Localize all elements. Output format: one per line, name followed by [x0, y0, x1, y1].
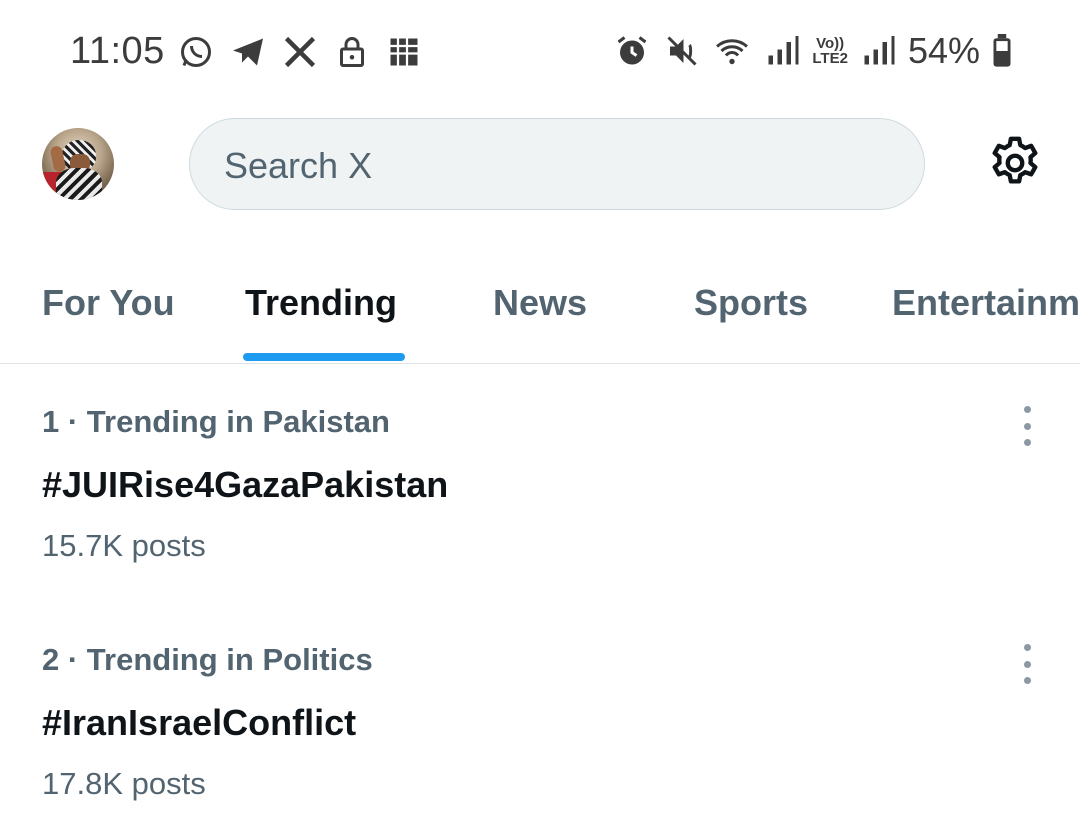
profile-avatar[interactable]	[42, 128, 114, 200]
tab-entertainment[interactable]: Entertainm	[892, 282, 1080, 324]
signal-icon	[762, 31, 802, 71]
tab-news[interactable]: News	[493, 282, 587, 324]
battery-icon	[990, 31, 1014, 71]
trend-context: 1 · Trending in Pakistan	[42, 404, 390, 439]
telegram-icon	[228, 32, 268, 72]
avatar-scarf	[56, 168, 102, 200]
tab-trending[interactable]: Trending	[245, 282, 397, 324]
lte-label: LTE2	[812, 50, 848, 67]
alarm-icon	[612, 31, 652, 71]
more-options-icon[interactable]	[1012, 644, 1042, 684]
tab-for-you[interactable]: For You	[42, 282, 175, 324]
active-tab-indicator	[243, 353, 405, 361]
search-bar[interactable]	[189, 118, 925, 210]
more-options-icon[interactable]	[1012, 406, 1042, 446]
mute-icon	[662, 31, 702, 71]
status-time: 11:05	[70, 30, 165, 72]
volte-label: Vo))	[816, 35, 845, 52]
trend-post-count: 15.7K posts	[42, 528, 206, 563]
signal-icon-2	[858, 31, 898, 71]
system-icons: Vo)) LTE2 54%	[612, 30, 1014, 72]
tab-sports[interactable]: Sports	[694, 282, 808, 324]
trend-context: 2 · Trending in Politics	[42, 642, 373, 677]
whatsapp-icon	[176, 32, 216, 72]
volte-icon: Vo)) LTE2	[812, 36, 848, 66]
gallery-icon	[384, 32, 424, 72]
explore-tabs: For You Trending News Sports Entertainm	[0, 262, 1080, 364]
trend-hashtag: #JUIRise4GazaPakistan	[42, 464, 449, 505]
trend-item[interactable]: 2 · Trending in Politics #IranIsraelConf…	[42, 642, 1042, 802]
gear-icon[interactable]	[986, 134, 1044, 192]
trend-post-count: 17.8K posts	[42, 766, 206, 801]
trend-item[interactable]: 1 · Trending in Pakistan #JUIRise4GazaPa…	[42, 404, 1042, 564]
status-bar: 11:05 Vo)) LTE2 54%	[0, 0, 1080, 100]
wifi-icon	[712, 31, 752, 71]
lock-icon	[332, 32, 372, 72]
search-input[interactable]	[222, 143, 886, 189]
notification-icons	[176, 32, 424, 72]
trend-hashtag: #IranIsraelConflict	[42, 702, 357, 743]
x-logo-icon	[280, 32, 320, 72]
battery-percent: 54%	[907, 30, 980, 71]
